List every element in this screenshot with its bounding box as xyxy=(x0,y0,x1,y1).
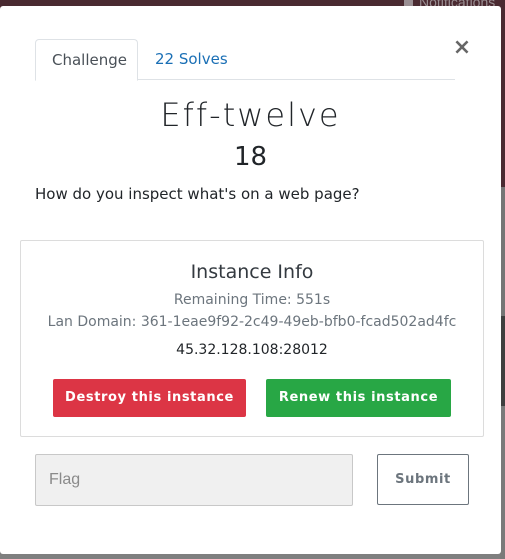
lan-domain: Lan Domain: 361-1eae9f92-2c49-49eb-bfb0-… xyxy=(47,314,457,330)
instance-info-title: Instance Info xyxy=(190,261,314,283)
tab-challenge[interactable]: Challenge xyxy=(35,39,138,81)
flag-input[interactable] xyxy=(35,454,353,506)
submit-button[interactable]: Submit xyxy=(377,454,469,505)
remaining-time: Remaining Time: 551s xyxy=(173,292,331,308)
instance-address: 45.32.128.108:28012 xyxy=(176,342,328,358)
tab-solves[interactable]: 22 Solves xyxy=(139,39,244,80)
instance-info-card: Instance Info Remaining Time: 551s Lan D… xyxy=(20,240,484,437)
challenge-value: 18 xyxy=(233,142,268,172)
challenge-description: How do you inspect what's on a web page? xyxy=(35,185,360,203)
close-button[interactable]: × xyxy=(452,36,472,60)
challenge-modal: Challenge 22 Solves × Eff-twelve 18 How … xyxy=(0,6,501,554)
modal-tabs: Challenge 22 Solves xyxy=(35,39,455,81)
destroy-instance-button[interactable]: Destroy this instance xyxy=(53,379,246,417)
challenge-name: Eff-twelve xyxy=(160,96,341,134)
renew-instance-button[interactable]: Renew this instance xyxy=(266,379,451,417)
